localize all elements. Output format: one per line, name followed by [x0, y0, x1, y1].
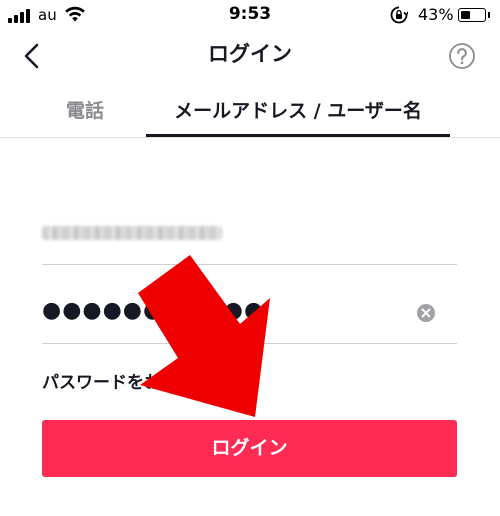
tab-phone[interactable]: 電話 — [30, 86, 140, 137]
battery-percent: 43% — [418, 5, 454, 24]
active-tab-indicator — [146, 134, 450, 137]
obscured-username-value — [42, 226, 222, 240]
username-input[interactable] — [42, 212, 457, 265]
login-method-tabs: 電話 メールアドレス / ユーザー名 — [0, 86, 500, 138]
rotation-lock-icon — [390, 6, 408, 24]
page-title: ログイン — [208, 42, 292, 66]
login-button[interactable]: ログイン — [42, 420, 457, 477]
question-circle-icon[interactable] — [448, 42, 476, 70]
password-masked-value: ●●●●●●●●●●● — [42, 298, 265, 323]
clear-icon[interactable] — [416, 303, 436, 323]
forgot-password-link[interactable]: パスワードをお忘れですか？ — [42, 368, 263, 393]
tab-email-username[interactable]: メールアドレス / ユーザー名 — [146, 86, 450, 137]
status-bar: au 9:53 43% — [0, 0, 500, 32]
battery-tip — [488, 12, 490, 18]
battery-level-fill — [461, 11, 470, 19]
password-input[interactable]: ●●●●●●●●●●● — [42, 290, 457, 344]
battery-icon — [458, 8, 486, 22]
